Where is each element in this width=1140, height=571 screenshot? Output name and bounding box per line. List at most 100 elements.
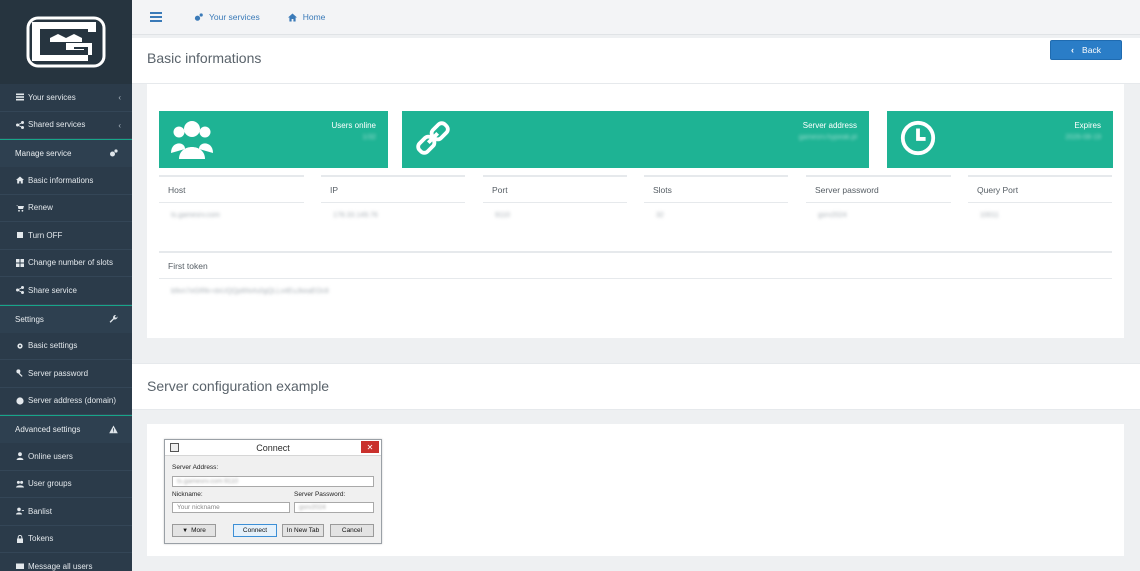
stop-icon	[15, 231, 24, 240]
triangle-down-icon: ▼	[182, 527, 189, 534]
sidebar-item-change-slots[interactable]: Change number of slots	[0, 250, 132, 277]
sidebar-item-label: Server password	[28, 368, 89, 378]
sidebar-item-label: Message all users	[28, 561, 93, 571]
sidebar-item-label: Online users	[28, 451, 73, 461]
server-address-field: ts.gamesrv.com:9110	[172, 476, 374, 487]
key-icon	[15, 369, 24, 378]
sidebar-item-turn-off[interactable]: Turn OFF	[0, 222, 132, 250]
in-new-tab-button: In New Tab	[282, 524, 324, 537]
sidebar-item-online-users[interactable]: Online users	[0, 443, 132, 471]
chevron-left-icon: ‹	[118, 93, 121, 102]
home-icon	[287, 13, 297, 21]
sidebar-item-label: Your services	[28, 92, 76, 102]
sidebar-item-user-groups[interactable]: User groups	[0, 471, 132, 498]
sidebar-item-label: Server address (domain)	[28, 396, 117, 406]
logo[interactable]	[0, 0, 132, 84]
stat-value: gamesrv.hypeak.pl	[798, 134, 857, 141]
sidebar-item-banlist[interactable]: Banlist	[0, 498, 132, 526]
breadcrumb-label: Home	[302, 12, 326, 22]
section-title: Advanced settings	[15, 425, 81, 434]
user-icon	[15, 452, 24, 461]
sidebar-item-renew[interactable]: Renew	[0, 195, 132, 222]
server-config-header: Server configuration example	[132, 363, 1140, 410]
sidebar-item-label: Basic informations	[28, 175, 94, 185]
envelope-icon	[15, 562, 24, 571]
breadcrumb-your-services[interactable]: Your services	[194, 12, 260, 22]
sidebar-section-manage: Manage service	[0, 139, 132, 167]
column-header: IP	[321, 175, 465, 203]
sidebar-item-basic-informations[interactable]: Basic informations	[0, 167, 132, 195]
chevron-left-icon: ‹	[118, 120, 121, 130]
globe-icon	[15, 396, 24, 405]
column-header: Host	[159, 175, 304, 203]
sidebar-item-label: Change number of slots	[28, 258, 113, 268]
sidebar-item-server-address[interactable]: Server address (domain)	[0, 388, 132, 415]
sidebar-item-basic-settings[interactable]: Basic settings	[0, 333, 132, 360]
sidebar-item-message-all-users[interactable]: Message all users	[0, 553, 132, 571]
sidebar-item-tokens[interactable]: Tokens	[0, 526, 132, 553]
stat-label: Server address	[802, 121, 857, 130]
basic-informations-panel: Users online 1/32 Server address gamesrv…	[147, 84, 1124, 338]
lock-icon	[15, 534, 24, 543]
users-icon	[171, 119, 213, 166]
sidebar-item-label: Renew	[28, 203, 53, 213]
info-query-port: Query Port 10011	[968, 175, 1112, 219]
nickname-field: Your nickname	[172, 502, 290, 513]
wrench-icon	[109, 314, 118, 326]
stat-label: Expires	[1074, 121, 1101, 130]
info-host: Host ts.gamesrv.com	[159, 175, 304, 219]
stat-value: 1/32	[362, 134, 376, 141]
sidebar-item-shared-services[interactable]: Shared services ‹	[0, 112, 132, 139]
top-bar: Your services Home	[132, 0, 1140, 35]
connect-button: Connect	[233, 524, 277, 537]
connect-dialog-example: Connect ✕ Server Address: ts.gamesrv.com…	[164, 439, 382, 544]
sidebar-section-settings: Settings	[0, 304, 132, 333]
sidebar-item-label: Share service	[28, 285, 77, 295]
info-ip: IP 178.33.149.76	[321, 175, 465, 219]
menu-toggle-icon[interactable]	[150, 12, 162, 22]
sidebar: Your services ‹ Shared services ‹ Manage…	[0, 0, 132, 571]
cart-icon	[15, 203, 24, 212]
clock-icon	[899, 119, 937, 162]
grid-icon	[15, 258, 24, 267]
server-password-label: Server Password:	[294, 491, 346, 498]
breadcrumb-home[interactable]: Home	[287, 12, 326, 22]
sidebar-item-your-services[interactable]: Your services ‹	[0, 84, 132, 112]
breadcrumb-label: Your services	[209, 12, 260, 22]
section-title: Manage service	[15, 149, 72, 158]
column-value: 32	[656, 212, 664, 219]
stat-value: 2026-08-19	[1065, 134, 1101, 141]
server-password-field: gsrv2024	[294, 502, 374, 513]
share-icon	[15, 286, 24, 295]
server-address-label: Server Address:	[172, 464, 219, 471]
sidebar-item-label: Banlist	[28, 506, 53, 516]
sidebar-item-label: User groups	[28, 479, 72, 489]
chevron-left-icon: ‹	[1071, 45, 1075, 55]
stat-label: Users online	[331, 121, 376, 130]
gears-icon	[109, 149, 118, 160]
column-value: b9vn7eGfRk+dxUQQp6Nvfu0gQLLx4EuJkeaEOc8	[171, 288, 329, 295]
section-title: Server configuration example	[147, 378, 330, 394]
column-value: 178.33.149.76	[333, 212, 378, 219]
page-title: Basic informations	[147, 50, 262, 66]
column-header: First token	[159, 251, 1112, 279]
sidebar-item-label: Tokens	[28, 534, 54, 544]
back-button-label: Back	[1082, 45, 1101, 55]
back-button[interactable]: ‹ Back	[1050, 40, 1122, 60]
sidebar-section-advanced: Advanced settings	[0, 415, 132, 443]
cancel-button: Cancel	[330, 524, 374, 537]
stat-server-address: Server address gamesrv.hypeak.pl	[402, 111, 869, 168]
user-ban-icon	[15, 507, 24, 516]
nickname-label: Nickname:	[172, 491, 203, 498]
column-value: 9110	[495, 212, 511, 219]
home-icon	[15, 176, 24, 185]
gear-icon	[15, 341, 24, 350]
dialog-title-bar: Connect ✕	[165, 440, 381, 456]
column-header: Slots	[644, 175, 788, 203]
sidebar-item-label: Turn OFF	[28, 230, 63, 240]
sidebar-item-share-service[interactable]: Share service	[0, 277, 132, 305]
sidebar-item-server-password[interactable]: Server password	[0, 360, 132, 388]
stat-expires: Expires 2026-08-19	[887, 111, 1113, 168]
list-icon	[15, 93, 24, 102]
dialog-title: Connect	[256, 442, 290, 453]
